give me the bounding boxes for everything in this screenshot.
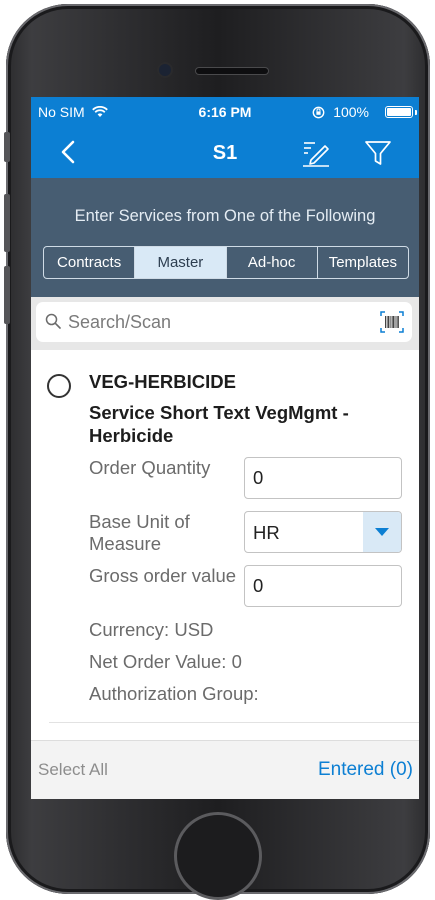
volume-down-button (4, 266, 10, 324)
search-bar (31, 297, 419, 350)
select-all-button[interactable]: Select All (38, 760, 108, 780)
tab-master[interactable]: Master (135, 247, 227, 278)
authorization-group-text: Authorization Group: (89, 683, 259, 704)
battery-fill (387, 108, 411, 116)
edit-pen-icon[interactable] (301, 139, 331, 167)
tab-ad-hoc[interactable]: Ad-hoc (227, 247, 318, 278)
orientation-lock-icon (312, 106, 325, 119)
battery-percent: 100% (333, 104, 369, 120)
page-title: S1 (212, 142, 238, 164)
battery-icon (385, 106, 413, 118)
tab-contracts[interactable]: Contracts (44, 247, 136, 278)
currency-text: Currency: USD (89, 619, 214, 640)
navigation-bar: S1 (31, 127, 419, 178)
service-list-item: VEG-HERBICIDE Service Short Text VegMgmt… (31, 350, 419, 740)
base-unit-select[interactable]: HR (244, 511, 402, 553)
gross-order-value-label: Gross order value (89, 565, 237, 586)
service-code: VEG-HERBICIDE (89, 371, 236, 392)
service-source-panel: Enter Services from One of the Following… (31, 178, 419, 297)
base-unit-value: HR (253, 522, 280, 543)
entered-count-button[interactable]: Entered (0) (318, 759, 413, 781)
base-unit-label: Base Unit of Measure (89, 511, 190, 554)
search-input[interactable] (68, 308, 358, 336)
mute-switch (4, 132, 10, 162)
home-button[interactable] (174, 812, 262, 900)
battery-tip (415, 110, 417, 115)
volume-up-button (4, 194, 10, 252)
gross-order-value-input[interactable] (244, 565, 402, 607)
source-heading: Enter Services from One of the Following (74, 207, 376, 225)
barcode-icon[interactable] (380, 311, 404, 333)
item-select-radio[interactable] (47, 374, 71, 398)
back-chevron-icon[interactable] (56, 139, 82, 165)
item-divider (49, 722, 419, 723)
front-camera (159, 64, 171, 76)
status-battery-group: 100% (312, 104, 369, 120)
earpiece-speaker (196, 68, 268, 74)
search-box (36, 302, 412, 342)
net-order-value-text: Net Order Value: 0 (89, 651, 242, 672)
filter-funnel-icon[interactable] (364, 139, 392, 167)
service-description: Service Short Text VegMgmt - Herbicide (89, 402, 349, 446)
order-quantity-label: Order Quantity (89, 457, 211, 478)
search-icon (45, 313, 61, 329)
tab-templates[interactable]: Templates (318, 247, 408, 278)
status-bar: No SIM 6:16 PM 100% (31, 97, 419, 127)
order-quantity-input[interactable] (244, 457, 402, 499)
dropdown-arrow-area (363, 512, 401, 552)
bottom-toolbar: Select All Entered (0) (31, 740, 419, 799)
caret-down-icon (375, 528, 389, 536)
app-screen: No SIM 6:16 PM 100% S1 Enter Services fr… (31, 97, 419, 799)
source-segmented-control: Contracts Master Ad-hoc Templates (43, 246, 409, 279)
